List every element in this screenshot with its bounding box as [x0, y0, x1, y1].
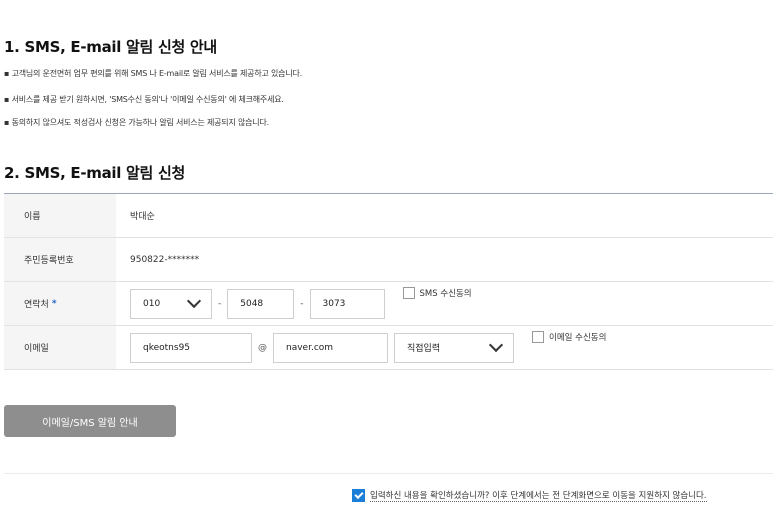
email-domain-value: naver.com	[286, 342, 334, 353]
notice-bullet-3: ▪ 동의하지 않으셔도 적성검사 신청은 가능하나 알림 서비스는 제공되지 않…	[4, 118, 269, 127]
phone-label-text: 연락처	[24, 300, 49, 310]
name-row: 이름 박대순	[4, 194, 773, 238]
phone-label: 연락처 *	[4, 282, 116, 325]
chevron-down-icon	[186, 293, 202, 309]
email-value: qkeotns95 @ naver.com 직접입력 이메일 수신동의	[116, 326, 773, 369]
email-consent-checkbox[interactable]	[532, 331, 544, 343]
ssn-label: 주민등록번호	[4, 238, 116, 281]
phone-value: 010 - 5048 - 3073 SMS 수신동의	[116, 282, 773, 325]
ssn-value: 950822-*******	[130, 254, 200, 265]
email-domain-select-value: 직접입력	[407, 344, 441, 354]
notification-guide-button[interactable]: 이메일/SMS 알림 안내	[4, 405, 176, 437]
email-domain-input[interactable]: naver.com	[273, 332, 388, 363]
section1-title: 1. SMS, E-mail 알림 신청 안내	[4, 38, 217, 56]
section2-title: 2. SMS, E-mail 알림 신청	[4, 164, 185, 182]
email-domain-select[interactable]: 직접입력	[394, 332, 514, 363]
phone-dash-2: -	[300, 298, 304, 309]
notice-bullet-2: ▪ 서비스를 제공 받기 원하시면, 'SMS수신 동의'나 '이메일 수신동의…	[4, 95, 284, 104]
phone-last-input[interactable]: 3073	[309, 288, 385, 319]
phone-middle-input[interactable]: 5048	[227, 288, 295, 319]
sms-consent-label[interactable]: SMS 수신동의	[420, 287, 472, 299]
ssn-row: 주민등록번호 950822-*******	[4, 238, 773, 282]
required-mark: *	[51, 298, 57, 309]
email-consent-label[interactable]: 이메일 수신동의	[549, 331, 606, 343]
notice-bullet-1: ▪ 고객님의 운전면허 업무 편의를 위해 SMS 나 E-mail로 알림 서…	[4, 69, 302, 78]
email-row: 이메일 qkeotns95 @ naver.com 직접입력 이메일 수신동의	[4, 326, 773, 370]
chevron-down-icon	[488, 337, 504, 353]
email-label: 이메일	[4, 326, 116, 369]
name-label: 이름	[4, 194, 116, 237]
divider	[4, 473, 773, 474]
email-at-sign: @	[258, 342, 267, 353]
email-consent[interactable]: 이메일 수신동의	[532, 331, 606, 343]
phone-row: 연락처 * 010 - 5048 - 3073 SMS 수신동의	[4, 282, 773, 326]
sms-consent-checkbox[interactable]	[402, 287, 415, 299]
email-id-input[interactable]: qkeotns95	[130, 332, 252, 363]
notification-form-table: 이름 박대순 주민등록번호 950822-******* 연락처 * 010 - …	[4, 193, 773, 370]
sms-consent[interactable]: SMS 수신동의	[402, 287, 472, 299]
phone-middle-value: 5048	[240, 298, 264, 309]
phone-prefix-value: 010	[143, 298, 161, 309]
name-value: 박대순	[130, 212, 155, 222]
email-id-value: qkeotns95	[143, 342, 191, 353]
check-icon	[353, 489, 364, 500]
phone-dash-1: -	[218, 298, 222, 309]
phone-prefix-select[interactable]: 010	[130, 288, 212, 319]
confirm-text[interactable]: 입력하신 내용을 확인하셨습니까? 이후 단계에서는 전 단계화면으로 이동을 …	[370, 489, 707, 502]
confirm-check[interactable]: 입력하신 내용을 확인하셨습니까? 이후 단계에서는 전 단계화면으로 이동을 …	[352, 489, 707, 502]
phone-last-value: 3073	[322, 298, 346, 309]
confirm-checkbox[interactable]	[352, 489, 365, 502]
